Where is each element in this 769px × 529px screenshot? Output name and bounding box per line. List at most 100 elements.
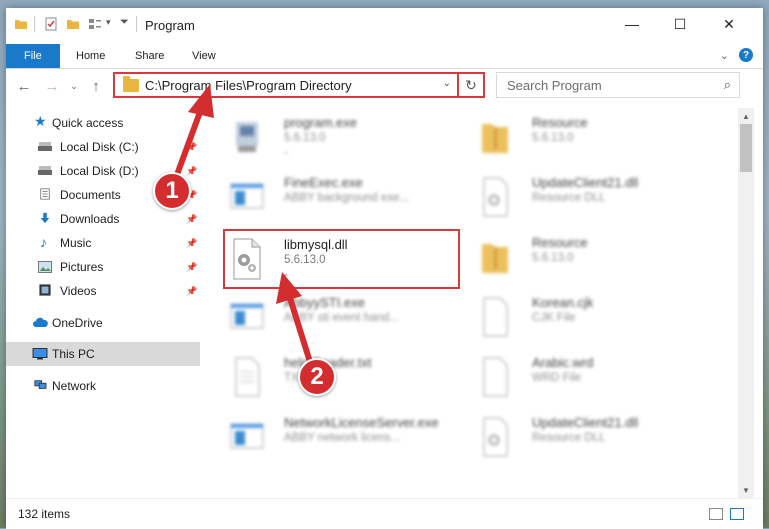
large-icons-view-icon[interactable] [730, 508, 744, 520]
tab-share[interactable]: Share [121, 44, 178, 68]
file-name: NetworkLicenseServer.exe [284, 415, 439, 430]
customize-icon[interactable] [88, 17, 102, 31]
file-name: AbbyySTI.exe [284, 295, 365, 310]
qa-dropdown-icon[interactable]: ▾ [106, 17, 111, 28]
tab-file[interactable]: File [6, 44, 60, 68]
file-item-resource[interactable]: Resource 5.6.13.0 [474, 110, 714, 166]
item-count: 132 items [18, 507, 71, 521]
file-version: 5.6.13.0 [284, 254, 326, 266]
address-dropdown-icon[interactable]: ⌄ [443, 78, 451, 89]
folder-icon [15, 20, 27, 29]
vertical-scrollbar[interactable]: ▲ ▼ [738, 108, 754, 498]
file-item-updateclient[interactable]: UpdateClient21.dll Resource DLL [474, 170, 714, 226]
pin-icon[interactable]: 📌 [186, 214, 197, 225]
file-item-korean[interactable]: Korean.cjk CJK File [474, 290, 714, 346]
recent-locations-icon[interactable]: ⌄ [64, 76, 84, 96]
tab-view[interactable]: View [178, 44, 230, 68]
up-button[interactable]: ↑ [86, 76, 106, 96]
file-name: Arabic.wrd [532, 355, 594, 370]
video-icon [39, 284, 51, 296]
scroll-down-icon[interactable]: ▼ [738, 482, 754, 498]
details-view-icon[interactable] [709, 508, 723, 520]
sidebar-item-downloads[interactable]: Downloads 📌 [6, 207, 200, 231]
status-bar: 132 items [6, 498, 763, 529]
file-item-program-exe[interactable]: program.exe 5.6.13.0 - [226, 110, 466, 166]
computer-icon [32, 348, 48, 360]
sidebar-item-quick-access[interactable]: ★ Quick access [6, 111, 200, 135]
dll-gear-icon [233, 238, 261, 280]
pin-icon[interactable]: 📌 [186, 142, 197, 153]
callout-step-2: 2 [298, 358, 336, 396]
tab-home[interactable]: Home [62, 44, 119, 68]
sidebar-item-network[interactable]: Network [6, 374, 200, 398]
scroll-thumb[interactable] [740, 124, 752, 172]
maximize-button[interactable]: ☐ [657, 8, 703, 40]
blank-file-icon [483, 297, 508, 337]
file-description: Resource DLL [532, 432, 606, 444]
sidebar-item-label: Documents [60, 188, 121, 202]
file-item-fineexec[interactable]: FineExec.exe ABBY background exe... [226, 170, 466, 226]
search-input[interactable]: Search Program ⌕ [496, 72, 740, 98]
file-name: program.exe [284, 115, 357, 130]
sidebar-item-onedrive[interactable]: OneDrive [6, 311, 200, 335]
pin-icon[interactable]: 📌 [186, 262, 197, 273]
music-icon: ♪ [40, 234, 47, 250]
ribbon-tabs: File Home Share View ⌄ ? [6, 44, 763, 69]
file-item-resource-2[interactable]: Resource 5.6.13.0 [474, 230, 714, 286]
file-item-libmysql[interactable]: libmysql.dll 5.6.13.0 - [226, 232, 466, 288]
back-button[interactable]: ← [14, 76, 34, 96]
sidebar-item-videos[interactable]: Videos 📌 [6, 279, 200, 303]
window-title: Program [145, 18, 195, 33]
file-list: program.exe 5.6.13.0 - Resource 5.6.13.0… [216, 108, 738, 498]
star-icon: ★ [34, 113, 47, 129]
file-description: ABBY network licens... [284, 432, 401, 444]
sidebar-item-label: Local Disk (C:) [60, 140, 139, 154]
file-name: UpdateClient21.dll [532, 415, 639, 430]
new-folder-icon[interactable] [66, 17, 80, 31]
file-item-updateclient-2[interactable]: UpdateClient21.dll Resource DLL [474, 410, 714, 466]
explorer-window: ▾ ⏷ Program — ☐ ✕ File Home Share View ⌄… [6, 8, 763, 529]
file-item-abbyysti[interactable]: AbbyySTI.exe ABBY sti event hand... [226, 290, 466, 346]
blank-file-icon [483, 357, 508, 397]
file-description: Resource DLL [532, 192, 606, 204]
pin-icon[interactable]: 📌 [186, 286, 197, 297]
address-bar[interactable]: C:\Program Files\Program Directory ⌄ [113, 72, 459, 98]
sidebar-item-label: OneDrive [52, 316, 103, 330]
file-version: 5.6.13.0 [532, 132, 574, 144]
sidebar-item-label: Downloads [60, 212, 120, 226]
title-separator-2 [136, 16, 137, 32]
file-name: UpdateClient21.dll [532, 175, 639, 190]
file-description: CJK File [532, 312, 576, 324]
ribbon-expand-icon[interactable]: ⌄ [720, 49, 729, 62]
folder-zip-icon [482, 124, 508, 153]
sidebar-item-local-disk-c[interactable]: Local Disk (C:) 📌 [6, 135, 200, 159]
sidebar-item-music[interactable]: ♪ Music 📌 [6, 231, 200, 255]
sidebar-item-this-pc[interactable]: This PC [6, 342, 200, 366]
navigation-bar: ← → ⌄ ↑ C:\Program Files\Program Directo… [6, 70, 763, 102]
sidebar-item-pictures[interactable]: Pictures 📌 [6, 255, 200, 279]
documents-icon [40, 188, 50, 200]
minimize-button[interactable]: — [609, 8, 655, 40]
dll-icon [483, 417, 508, 457]
pin-icon[interactable]: 📌 [186, 238, 197, 249]
file-name: libmysql.dll [284, 237, 348, 252]
app-window-icon [230, 183, 264, 209]
pictures-icon [38, 261, 52, 273]
refresh-button[interactable]: ↻ [459, 72, 485, 98]
file-version: 5.6.13.0 [532, 252, 574, 264]
file-item-arabic[interactable]: Arabic.wrd WRD File [474, 350, 714, 406]
file-name: Resource [532, 235, 588, 250]
help-icon[interactable]: ? [739, 48, 753, 62]
scroll-up-icon[interactable]: ▲ [738, 108, 754, 124]
properties-icon[interactable] [44, 17, 58, 31]
file-item-networklicenseserver[interactable]: NetworkLicenseServer.exe ABBY network li… [226, 410, 466, 466]
search-icon: ⌕ [723, 77, 731, 92]
file-item-help-reader[interactable]: help.Reader.txt TXT File [226, 350, 466, 406]
qa-more-icon[interactable]: ⏷ [120, 16, 129, 29]
download-icon [40, 212, 50, 224]
close-button[interactable]: ✕ [706, 8, 752, 40]
cloud-icon [33, 317, 48, 327]
pin-icon[interactable]: 📌 [186, 166, 197, 177]
forward-button[interactable]: → [42, 76, 62, 96]
search-placeholder: Search Program [507, 78, 602, 93]
